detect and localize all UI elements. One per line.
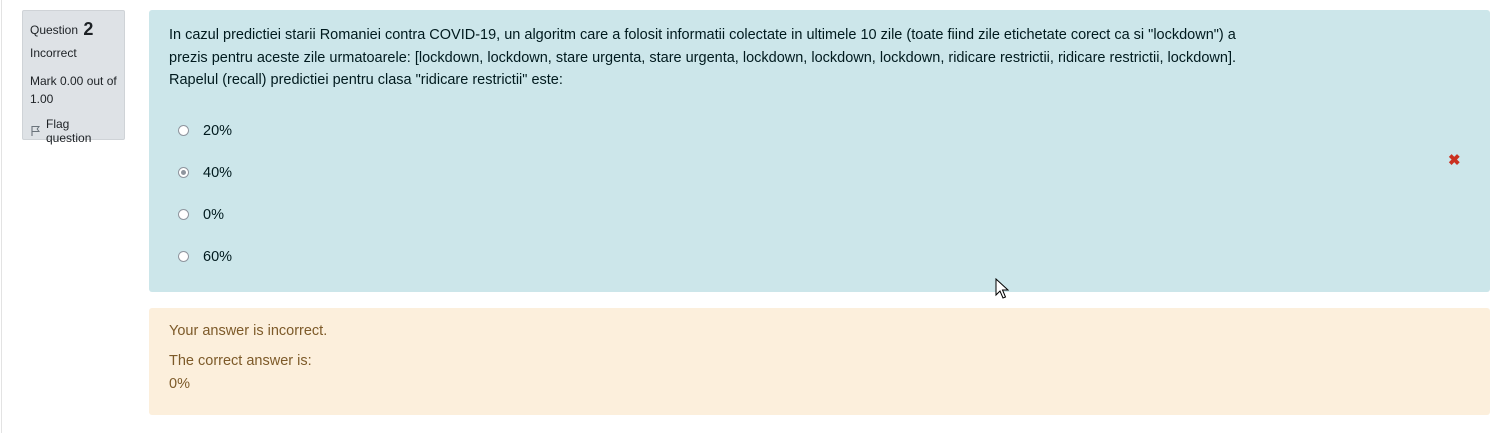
answer-label: 20% <box>203 122 233 139</box>
question-state: Incorrect <box>30 46 77 60</box>
question-formulation: In cazul predictiei starii Romaniei cont… <box>149 10 1490 292</box>
question-grade: Mark 0.00 out of 1.00 <box>30 74 117 106</box>
answer-list: 20% 40% 0% 60% <box>169 110 1470 278</box>
answer-radio[interactable] <box>178 209 189 221</box>
answer-option[interactable]: 60% <box>169 236 1470 278</box>
answer-label: 40% <box>203 164 233 181</box>
mouse-cursor-icon <box>995 277 1010 305</box>
answer-radio[interactable] <box>178 125 189 137</box>
question-number: Question 2 <box>30 19 117 40</box>
answer-option[interactable]: 40% <box>169 152 1470 194</box>
answer-radio[interactable] <box>178 251 189 263</box>
close-icon: ✖ <box>1448 152 1461 169</box>
question-info-panel: Question 2 Incorrect Mark 0.00 out of 1.… <box>22 10 125 145</box>
feedback-text: Your answer is incorrect. <box>169 323 328 339</box>
answer-label: 60% <box>203 248 233 265</box>
correct-answer-value: 0% <box>169 376 190 392</box>
answer-option[interactable]: 20% <box>169 110 1470 152</box>
question-text: In cazul predictiei starii Romaniei cont… <box>169 27 1237 89</box>
question-label: Question <box>30 23 79 37</box>
correct-answer-label: The correct answer is: <box>169 353 312 369</box>
flag-question-link[interactable]: Flag question <box>30 117 117 145</box>
question-number-value: 2 <box>83 19 94 39</box>
flag-icon <box>30 125 42 137</box>
question-outcome: Your answer is incorrect. The correct an… <box>149 308 1490 415</box>
answer-option[interactable]: 0% <box>169 194 1470 236</box>
page-left-border <box>1 0 2 433</box>
answer-label: 0% <box>203 206 224 223</box>
answer-radio[interactable] <box>178 167 189 179</box>
flag-question-label: Flag question <box>46 117 92 145</box>
